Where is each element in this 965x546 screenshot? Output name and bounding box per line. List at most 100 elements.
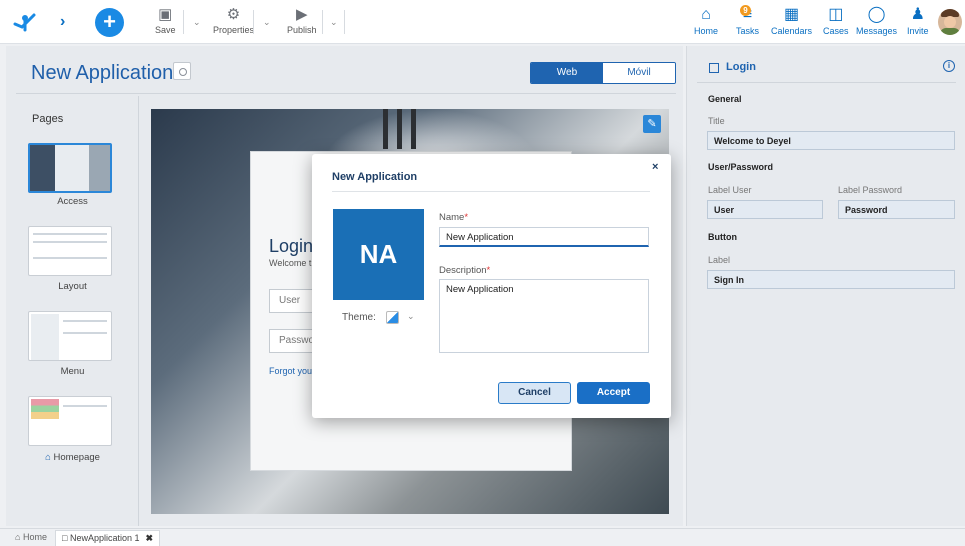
chevron-down-icon[interactable]: ⌄ xyxy=(407,311,415,322)
page-label-access[interactable]: Access xyxy=(6,196,139,207)
messages-nav-button[interactable]: ◯ Messages xyxy=(856,5,897,36)
accept-button[interactable]: Accept xyxy=(577,382,650,404)
page-title: New Application xyxy=(31,62,174,84)
login-subtitle: Welcome t xyxy=(269,258,312,268)
toolbar-divider xyxy=(344,10,345,34)
label-password-field[interactable]: Password xyxy=(838,200,955,219)
tasks-badge: 9 xyxy=(740,5,751,16)
invite-nav-button[interactable]: ♟ Invite xyxy=(907,5,929,36)
home-icon: ⌂ xyxy=(45,452,51,463)
thumb-line xyxy=(63,320,107,322)
device-toggle: Web Móvil xyxy=(530,62,676,84)
tab-web[interactable]: Web xyxy=(531,63,603,83)
homepage-label: Homepage xyxy=(53,452,100,463)
document-tab-label: NewApplication 1 xyxy=(69,533,140,543)
properties-panel: Login i General Title Welcome to Deyel U… xyxy=(686,46,965,526)
toolbar-divider xyxy=(322,10,323,34)
button-heading: Button xyxy=(708,232,737,242)
avatar-shirt xyxy=(940,28,960,35)
label-user-field[interactable]: User xyxy=(707,200,823,219)
edit-icon[interactable]: ✎ xyxy=(643,115,661,133)
home-icon: ⌂ xyxy=(701,6,711,23)
messages-nav-label: Messages xyxy=(856,26,898,36)
general-heading: General xyxy=(708,94,742,104)
name-label: Name* xyxy=(439,212,468,223)
tab-mobile[interactable]: Móvil xyxy=(603,63,675,83)
page-label-menu[interactable]: Menu xyxy=(6,366,139,377)
cancel-button[interactable]: Cancel xyxy=(498,382,571,404)
label-password-label: Label Password xyxy=(838,185,903,195)
home-icon: ⌂ xyxy=(15,532,21,542)
folder-icon: □ xyxy=(62,533,68,543)
chevron-down-icon[interactable]: ⌄ xyxy=(330,17,338,28)
close-icon[interactable]: × xyxy=(652,161,658,173)
page-thumb-access[interactable] xyxy=(28,143,112,193)
pages-heading: Pages xyxy=(32,113,64,125)
play-icon: ▶ xyxy=(295,6,308,23)
home-nav-button[interactable]: ⌂ Home xyxy=(694,5,718,36)
thumb-line xyxy=(33,257,107,259)
invite-nav-label: Invite xyxy=(907,26,929,36)
button-label-label: Label xyxy=(708,255,731,265)
deyel-logo-icon[interactable] xyxy=(12,10,38,34)
required-mark: * xyxy=(486,265,491,276)
theme-swatch[interactable] xyxy=(386,311,399,324)
cases-nav-button[interactable]: ◫ Cases xyxy=(823,5,849,36)
square-icon xyxy=(709,63,719,73)
chevron-right-icon[interactable]: › xyxy=(60,13,65,31)
chevron-down-icon[interactable]: ⌄ xyxy=(193,17,201,28)
description-field[interactable]: New Application xyxy=(439,279,649,353)
name-field[interactable]: New Application xyxy=(439,227,649,247)
avatar-face xyxy=(944,16,956,28)
divider xyxy=(16,93,676,94)
close-tab-icon[interactable]: ✖ xyxy=(146,533,154,543)
document-tab[interactable]: □ NewApplication 1 ✖ xyxy=(55,530,161,546)
title-label: Title xyxy=(708,116,725,126)
publish-label: Publish xyxy=(287,25,317,35)
page-label-layout[interactable]: Layout xyxy=(6,281,139,292)
panel-title: Login xyxy=(726,61,756,73)
page-label-homepage[interactable]: ⌂ Homepage xyxy=(6,452,139,463)
calendars-nav-label: Calendars xyxy=(771,26,813,36)
publish-button[interactable]: ▶ Publish xyxy=(287,5,317,35)
forgot-password-link[interactable]: Forgot you xyxy=(269,366,312,376)
gear-icon: ⚙ xyxy=(226,6,241,23)
calendar-icon: ▦ xyxy=(783,6,800,23)
title-field[interactable]: Welcome to Deyel xyxy=(707,131,955,150)
dialog-title: New Application xyxy=(332,171,418,183)
new-application-dialog: New Application × NA Theme: ⌄ Name* New … xyxy=(312,154,671,418)
pages-panel: Pages Access Layout Menu ⌂ Homepage xyxy=(6,96,139,526)
properties-button[interactable]: ⚙ Properties xyxy=(213,5,254,35)
chat-icon: ◯ xyxy=(867,6,886,23)
add-user-icon: ♟ xyxy=(910,6,925,23)
app-icon-preview[interactable]: NA xyxy=(333,209,424,300)
page-thumb-menu[interactable] xyxy=(28,311,112,361)
required-mark: * xyxy=(464,212,469,223)
description-label-text: Description xyxy=(439,265,487,276)
description-label: Description* xyxy=(439,265,490,276)
briefcase-icon: ◫ xyxy=(828,6,844,23)
bottom-tab-bar: ⌂ Home □ NewApplication 1 ✖ xyxy=(0,528,965,546)
page-thumb-layout[interactable] xyxy=(28,226,112,276)
thumb-line xyxy=(33,241,107,243)
tasks-nav-button[interactable]: ≡ 9 Tasks xyxy=(736,5,759,36)
calendars-nav-button[interactable]: ▦ Calendars xyxy=(771,5,812,36)
info-icon[interactable]: i xyxy=(943,60,955,72)
label-user-label: Label User xyxy=(708,185,752,195)
thumb-line xyxy=(63,332,107,334)
chevron-down-icon[interactable]: ⌄ xyxy=(263,17,271,28)
top-toolbar: › + ▣ Save ⌄ ⚙ Properties ⌄ ▶ Publish ⌄ … xyxy=(0,0,965,44)
divider xyxy=(697,82,956,83)
add-button[interactable]: + xyxy=(95,8,124,37)
avatar[interactable] xyxy=(938,9,962,35)
page-thumb-homepage[interactable] xyxy=(28,396,112,446)
toolbar-divider xyxy=(183,10,184,34)
save-label: Save xyxy=(155,25,176,35)
properties-label: Properties xyxy=(213,25,255,35)
thumb-image xyxy=(30,145,110,191)
title-options-button[interactable] xyxy=(173,62,191,80)
button-label-field[interactable]: Sign In xyxy=(707,270,955,289)
save-button[interactable]: ▣ Save xyxy=(155,5,176,35)
user-password-heading: User/Password xyxy=(708,162,774,172)
home-tab[interactable]: ⌂ Home xyxy=(15,532,47,542)
